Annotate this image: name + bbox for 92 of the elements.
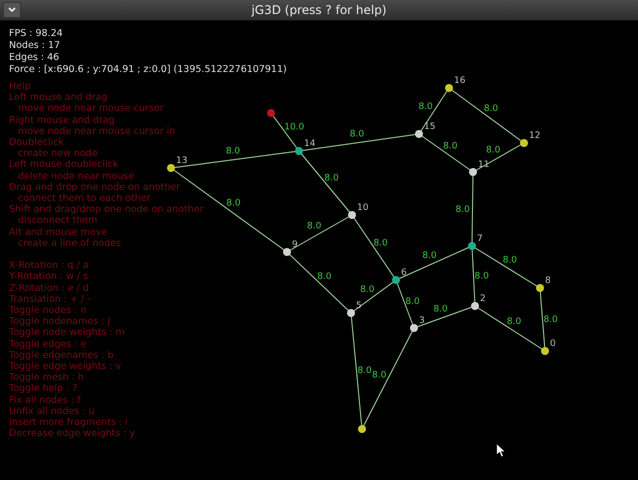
- graph-node[interactable]: [469, 168, 477, 176]
- edge-weight-label: 8.0: [372, 370, 386, 380]
- node-label: 8: [545, 276, 551, 286]
- chevron-down-icon: [8, 7, 16, 13]
- graph-node[interactable]: [520, 139, 528, 147]
- edge-weight-label: 8.0: [433, 304, 448, 315]
- edge-weight-label: 8.0: [443, 142, 458, 152]
- graph-node[interactable]: [471, 302, 479, 310]
- key-binding-text: Fix all nodes : f: [9, 394, 80, 406]
- graph-node[interactable]: [415, 130, 423, 138]
- help-text: disconnect them: [17, 215, 98, 227]
- key-binding-text: Toggle nodenames : j: [9, 316, 110, 328]
- node-label: 0: [550, 339, 556, 349]
- graph-node[interactable]: [347, 309, 355, 317]
- key-binding-text: Insert more fragments : i: [9, 417, 128, 428]
- window-menu-button[interactable]: [3, 2, 21, 18]
- edge-weight-label: 8.0: [324, 173, 339, 184]
- graph-node[interactable]: [392, 276, 400, 284]
- edge-weight-label: 8.0: [484, 104, 498, 114]
- graph-node[interactable]: [283, 248, 291, 256]
- help-text: Left mouse doubleclick: [9, 159, 118, 171]
- help-text: Doubleclick: [9, 137, 64, 148]
- help-text: delete node near mouse: [17, 170, 134, 182]
- node-label: 14: [304, 139, 316, 149]
- key-binding-text: Toggle edge weights : v: [9, 361, 122, 372]
- help-text: Left mouse and drag: [9, 92, 108, 104]
- edge-weight-label: 8.0: [226, 146, 240, 157]
- edge-weight-label: 8.0: [418, 102, 433, 112]
- edge-weight-label: 8.0: [474, 272, 489, 282]
- edge-weight-label: 8.0: [502, 255, 518, 266]
- graph-node[interactable]: [358, 425, 366, 433]
- window-title: jG3D (press ? for help): [251, 3, 387, 17]
- edge-weight-label: 8.0: [350, 130, 364, 140]
- edge-weight-label: 8.0: [422, 250, 437, 261]
- node-label: 7: [477, 234, 483, 244]
- help-text: Alt and mouse move: [9, 226, 108, 238]
- edge-weight-label: 8.0: [317, 272, 332, 282]
- key-binding-text: Y-Rotation : w / s: [9, 271, 88, 283]
- key-binding-text: Decrease edge weights : y: [9, 428, 136, 440]
- graph-node[interactable]: [348, 211, 356, 219]
- help-text: Help: [9, 81, 31, 92]
- help-text: Shift and drag/drop one node on another: [9, 204, 204, 216]
- edge-weight-label: 10.0: [284, 122, 304, 133]
- node-label: 10: [357, 203, 368, 213]
- key-binding-text: Toggle node weights : m: [9, 327, 125, 339]
- key-binding-text: Toggle edges : e: [9, 338, 86, 350]
- key-binding-text: Translation : + / -: [9, 294, 91, 306]
- help-text: create new node: [17, 148, 98, 160]
- key-binding-text: X-Rotation : q / a: [9, 260, 89, 272]
- node-label: 12: [529, 131, 540, 141]
- stat-text: Nodes : 17: [9, 40, 60, 52]
- edge-weight-label: 8.0: [506, 316, 522, 327]
- mouse-cursor-icon: [496, 443, 506, 458]
- graph-node[interactable]: [295, 147, 303, 155]
- graph-node[interactable]: [445, 84, 453, 92]
- key-binding-text: Toggle mesh : h: [9, 372, 84, 384]
- edge-weight-label: 8.0: [373, 238, 388, 248]
- key-binding-text: Unfix all nodes : u: [9, 406, 95, 418]
- help-text: move node near mouse cursor: [17, 103, 164, 115]
- node-label: 13: [176, 156, 188, 166]
- key-binding-text: Z-Rotation : e / d: [9, 282, 89, 294]
- graph-node[interactable]: [536, 284, 544, 292]
- help-text: create a line of nodes: [17, 238, 122, 250]
- help-text: move node near mouse cursor in: [17, 126, 176, 138]
- stat-text: Force : [x:690.6 ; y:704.91 ; z:0.0] (1395.5122276107911): [9, 64, 287, 76]
- edge-weight-label: 8.0: [360, 285, 374, 296]
- stat-text: Edges : 46: [9, 52, 60, 64]
- edge-weight-label: 8.0: [486, 146, 500, 156]
- edge-weight-label: 8.0: [405, 296, 420, 307]
- node-label: 9: [292, 240, 298, 250]
- node-label: 16: [454, 76, 466, 86]
- node-label: 15: [424, 122, 436, 132]
- key-binding-text: Toggle help : ?: [9, 383, 78, 395]
- edge-weight-label: 8.0: [543, 314, 558, 325]
- node-label: 3: [419, 316, 425, 326]
- help-text: connect them to each other: [17, 193, 151, 204]
- graph-node[interactable]: [541, 347, 549, 355]
- key-binding-text: Toggle edgenames : b: [9, 350, 114, 362]
- edge-weight-label: 8.0: [307, 222, 322, 232]
- graph-node[interactable]: [410, 324, 418, 332]
- graph-node[interactable]: [167, 164, 175, 172]
- key-binding-text: Toggle nodes : n: [9, 305, 86, 316]
- stat-text: FPS : 98.24: [9, 28, 63, 40]
- help-text: Drag and drop one node on another: [9, 182, 180, 194]
- edge-weight-label: 8.0: [456, 204, 470, 215]
- node-label: 2: [480, 294, 486, 304]
- edge-weight-label: 8.0: [357, 366, 372, 376]
- edge-weight-label: 8.0: [226, 198, 241, 209]
- graph-node[interactable]: [267, 109, 275, 117]
- graph-node[interactable]: [468, 242, 476, 250]
- help-text: Right mouse and drag: [9, 114, 115, 126]
- node-label: 6: [401, 268, 407, 278]
